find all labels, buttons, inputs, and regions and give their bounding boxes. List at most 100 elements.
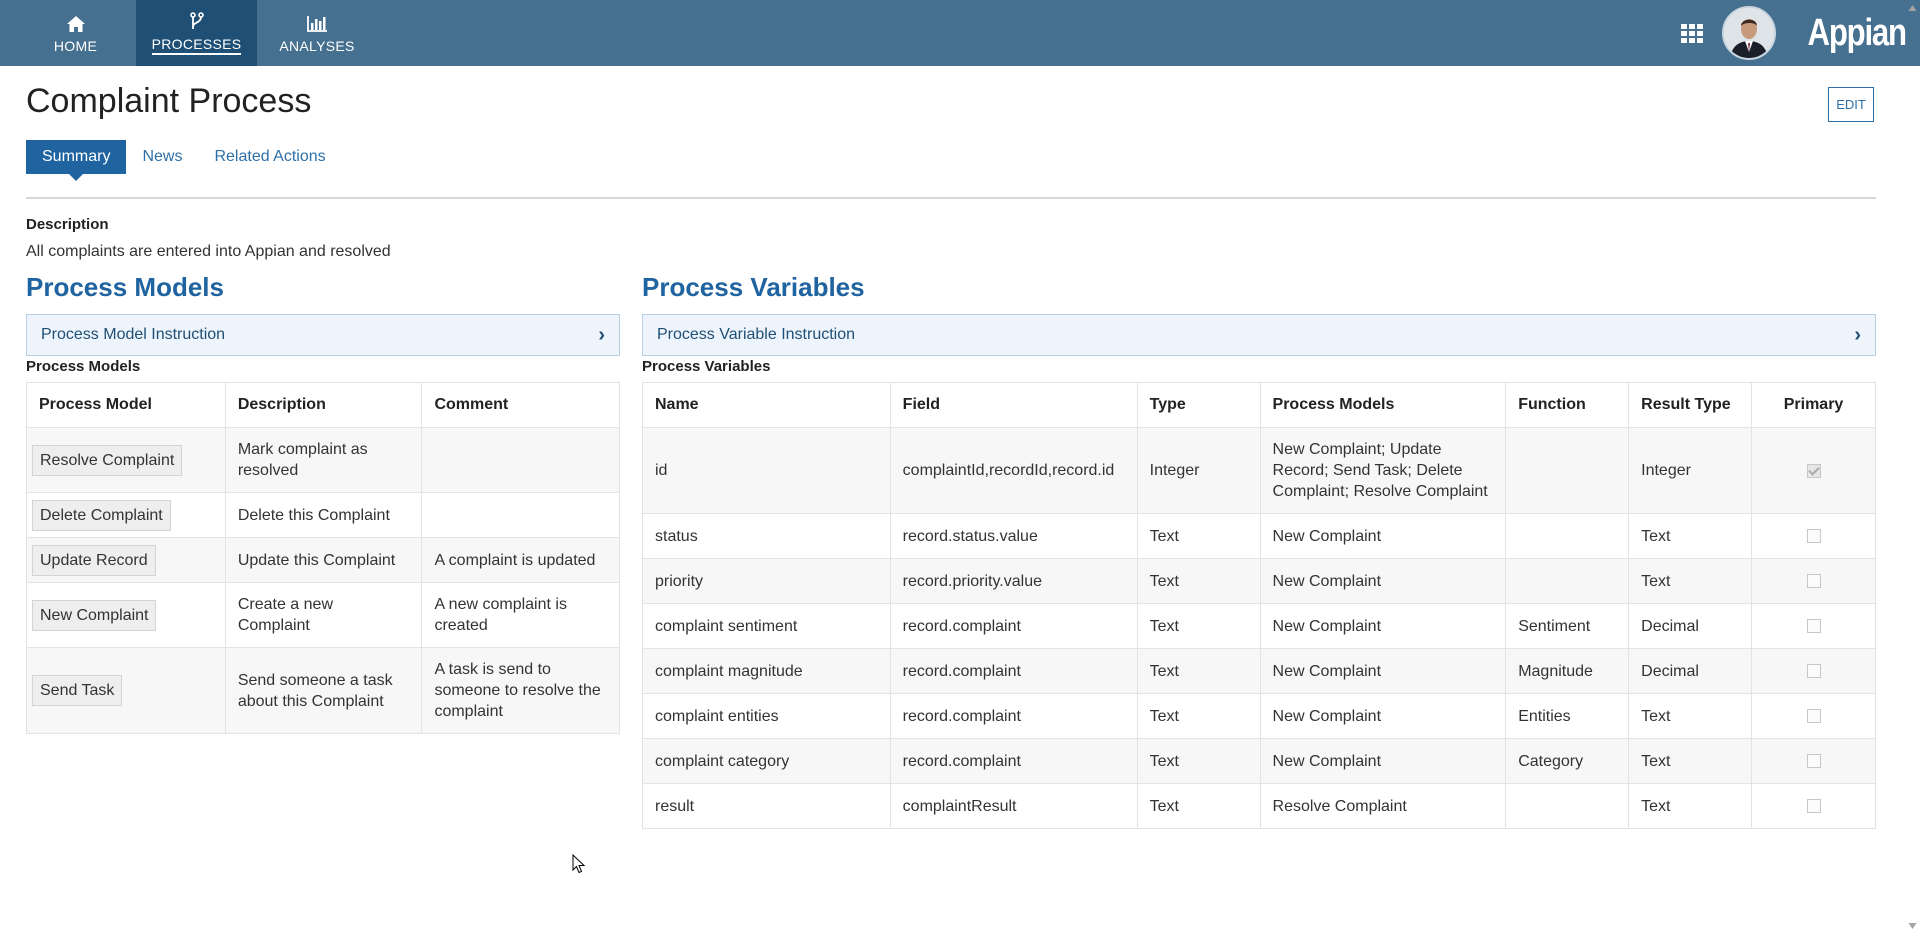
primary-cell: [1751, 648, 1876, 694]
user-avatar[interactable]: [1722, 6, 1777, 60]
header-divider: [26, 197, 1876, 199]
name-cell: complaint magnitude: [642, 648, 891, 694]
tab-related-actions[interactable]: Related Actions: [198, 140, 341, 174]
process-models-heading: Process Models: [26, 272, 224, 302]
column-header: Process Models: [1259, 382, 1507, 428]
table-row: complaint magnitude record.complaint Tex…: [642, 648, 1876, 694]
table-row: status record.status.value Text New Comp…: [642, 513, 1876, 559]
send-task-button[interactable]: Send Task: [32, 675, 123, 706]
type-cell: Text: [1136, 648, 1261, 694]
process-models-cell: New Complaint: [1259, 558, 1507, 604]
result-type-cell: Text: [1628, 783, 1753, 829]
function-cell: [1505, 558, 1630, 604]
result-type-cell: Text: [1628, 693, 1753, 739]
column-header: Description: [224, 382, 423, 428]
tab-summary[interactable]: Summary: [26, 140, 127, 181]
field-cell: record.status.value: [889, 513, 1138, 559]
nav-analyses-label: ANALYSES: [279, 37, 355, 54]
appian-logo: Appian: [1807, 11, 1907, 54]
bar-chart-icon: [306, 13, 328, 35]
resolve-complaint-button[interactable]: Resolve Complaint: [32, 444, 183, 476]
fork-icon: [189, 11, 205, 33]
process-model-cell: Send Task: [26, 647, 226, 734]
type-cell: Integer: [1136, 427, 1261, 514]
function-cell: [1505, 783, 1630, 829]
name-cell: complaint entities: [642, 693, 891, 739]
type-cell: Text: [1136, 603, 1261, 649]
nav-analyses[interactable]: ANALYSES: [257, 0, 377, 66]
table-row: id complaintId,recordId,record.id Intege…: [642, 427, 1876, 514]
primary-checkbox[interactable]: [1806, 799, 1821, 814]
type-cell: Text: [1136, 558, 1261, 604]
primary-checkbox[interactable]: [1806, 619, 1821, 634]
process-models-cell: Resolve Complaint: [1259, 783, 1507, 829]
scroll-up-icon[interactable]: [1908, 4, 1917, 12]
process-variable-instruction[interactable]: Process Variable Instruction ›: [642, 314, 1876, 356]
process-model-cell: Update Record: [26, 537, 226, 583]
description-cell: Delete this Complaint: [224, 492, 423, 538]
name-cell: id: [642, 427, 891, 514]
column-header: Comment: [421, 382, 620, 428]
process-variable-instruction-label: Process Variable Instruction: [657, 326, 856, 343]
result-type-cell: Text: [1628, 558, 1753, 604]
primary-checkbox[interactable]: [1806, 709, 1821, 724]
primary-checkbox[interactable]: [1806, 463, 1821, 478]
edit-button[interactable]: EDIT: [1828, 87, 1874, 122]
primary-cell: [1751, 603, 1876, 649]
process-models-cell: New Complaint: [1259, 513, 1507, 559]
update-record-button[interactable]: Update Record: [32, 544, 156, 576]
description-text: All complaints are entered into Appian a…: [26, 243, 391, 260]
field-cell: record.complaint: [889, 603, 1138, 649]
process-models-cell: New Complaint: [1259, 648, 1507, 694]
delete-complaint-button[interactable]: Delete Complaint: [32, 499, 171, 531]
name-cell: status: [642, 513, 891, 559]
home-icon: [66, 13, 86, 35]
tab-news[interactable]: News: [126, 140, 198, 174]
nav-home-label: HOME: [53, 37, 98, 54]
nav-processes-label: PROCESSES: [151, 36, 242, 55]
record-tabs: Summary News Related Actions: [26, 140, 342, 181]
primary-checkbox[interactable]: [1806, 574, 1821, 589]
column-header: Process Model: [26, 382, 226, 428]
process-models-cell: New Complaint: [1259, 603, 1507, 649]
result-type-cell: Integer: [1628, 427, 1753, 514]
type-cell: Text: [1136, 513, 1261, 559]
process-variables-table: Name Field Type Process Models Function …: [642, 382, 1876, 829]
primary-cell: [1751, 427, 1876, 514]
comment-cell: [421, 427, 620, 493]
app-grid-icon[interactable]: [1680, 21, 1704, 45]
nav-home[interactable]: HOME: [15, 0, 136, 66]
comment-cell: A complaint is updated: [421, 537, 620, 583]
field-cell: record.complaint: [889, 738, 1138, 784]
table-header-row: Name Field Type Process Models Function …: [642, 382, 1876, 428]
new-complaint-button[interactable]: New Complaint: [32, 599, 157, 631]
name-cell: result: [642, 783, 891, 829]
description-label: Description: [26, 216, 109, 233]
function-cell: Magnitude: [1505, 648, 1630, 694]
primary-cell: [1751, 513, 1876, 559]
process-models-cell: New Complaint: [1259, 693, 1507, 739]
process-model-cell: Resolve Complaint: [26, 427, 226, 493]
table-row: Resolve Complaint Mark complaint as reso…: [26, 427, 620, 493]
primary-checkbox[interactable]: [1806, 529, 1821, 544]
process-model-cell: New Complaint: [26, 582, 226, 648]
nav-processes[interactable]: PROCESSES: [136, 0, 257, 66]
result-type-cell: Decimal: [1628, 603, 1753, 649]
process-model-instruction-label: Process Model Instruction: [41, 326, 226, 343]
process-model-cell: Delete Complaint: [26, 492, 226, 538]
column-header: Name: [642, 382, 891, 428]
primary-checkbox[interactable]: [1806, 754, 1821, 769]
type-cell: Text: [1136, 783, 1261, 829]
column-header: Field: [889, 382, 1138, 428]
result-type-cell: Text: [1628, 513, 1753, 559]
scroll-down-icon[interactable]: [1908, 922, 1917, 930]
table-row: Delete Complaint Delete this Complaint: [26, 492, 620, 538]
primary-checkbox[interactable]: [1806, 664, 1821, 679]
result-type-cell: Decimal: [1628, 648, 1753, 694]
comment-cell: A task is send to someone to resolve the…: [421, 647, 620, 734]
function-cell: [1505, 427, 1630, 514]
mouse-cursor-icon: [572, 854, 586, 874]
description-cell: Send someone a task about this Complaint: [224, 647, 423, 734]
process-model-instruction[interactable]: Process Model Instruction ›: [26, 314, 620, 356]
type-cell: Text: [1136, 693, 1261, 739]
